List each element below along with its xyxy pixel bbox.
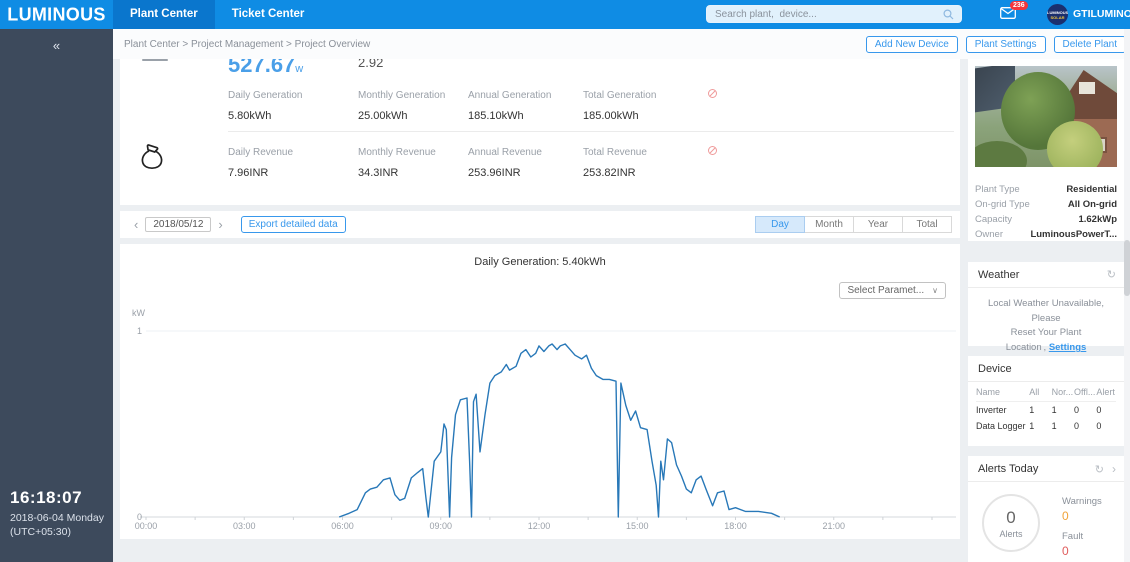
notification-badge: 236 [1010,1,1028,10]
clock-time: 16:18:07 [10,488,104,508]
svg-text:00:00: 00:00 [135,521,158,531]
tab-plant-center[interactable]: Plant Center [113,0,215,29]
avatar[interactable]: LUMINOUS SOLAR [1047,4,1068,25]
total-revenue-stat: Total Revenue 253.82INR [583,147,703,179]
range-tab-total[interactable]: Total [902,216,952,233]
top-navigation-bar: LUMINOUS Plant Center Ticket Center 236 … [0,0,1130,29]
alerts-count-ring: 0 Alerts [982,494,1040,552]
svg-text:21:00: 21:00 [822,521,845,531]
chevron-down-icon: ∨ [932,286,938,295]
messages-button[interactable]: 236 [1000,7,1018,21]
range-tab-year[interactable]: Year [853,216,903,233]
device-table: Name All Nor... Offl... Alert Inverter 1… [976,382,1116,434]
right-panel: Plant Type Residential On-grid Type All … [968,59,1124,562]
current-power-value: 527.67w [228,59,303,78]
money-bag-icon [138,143,166,173]
annual-generation-stat: Annual Generation 185.10kWh [468,90,588,122]
total-generation-stat: Total Generation 185.00kWh [583,90,703,122]
svg-text:18:00: 18:00 [724,521,747,531]
search-box [706,5,962,23]
main-content: 527.67w 2.92 Daily Generation 5.80kWh Mo… [120,59,960,539]
dormer-shape [1079,82,1095,94]
tab-ticket-center[interactable]: Ticket Center [215,0,322,29]
range-tab-day[interactable]: Day [755,216,805,233]
refresh-icon[interactable]: ↻ [1107,262,1116,288]
generation-chart-card: Daily Generation: 5.40kWh Select Paramet… [120,244,960,539]
fault-label: Fault [1062,531,1102,542]
divider [228,131,954,132]
device-card: Device Name All Nor... Offl... Alert Inv… [968,356,1124,446]
plant-stats-card: 527.67w 2.92 Daily Generation 5.80kWh Mo… [120,59,960,205]
scrollbar-thumb[interactable] [1124,240,1130,296]
chevron-right-icon[interactable]: › [1112,462,1116,476]
select-parameter-dropdown[interactable]: Select Paramet... ∨ [839,282,946,299]
delete-plant-button[interactable]: Delete Plant [1054,36,1126,53]
sidebar-collapse-button[interactable]: « [0,38,113,53]
daily-generation-stat: Daily Generation 5.80kWh [228,90,348,122]
search-input[interactable] [707,9,943,20]
username-label: GTILUMINOUS [1073,8,1130,20]
owner-row: Owner LuminousPowerT... [975,227,1117,242]
generation-disabled-icon[interactable] [708,89,717,98]
svg-text:0: 0 [137,512,142,522]
left-sidebar: « 16:18:07 2018-06-04 Monday (UTC+05:30) [0,29,113,562]
weather-header: Weather ↻ [968,262,1124,288]
weather-settings-link[interactable]: Settings [1049,342,1086,353]
alerts-header: Alerts Today ↻ › [968,456,1124,482]
fault-value: 0 [1062,544,1102,558]
breadcrumb-bar: Plant Center > Project Management > Proj… [113,29,1130,59]
plant-info-card: Plant Type Residential On-grid Type All … [968,59,1124,241]
weather-card: Weather ↻ Local Weather Unavailable, Ple… [968,262,1124,346]
plant-photo [975,66,1117,167]
alerts-count: 0 [984,508,1038,528]
luminous-logo: LUMINOUS [0,3,113,25]
warnings-value: 0 [1062,509,1102,523]
page-scrollbar[interactable] [1124,29,1130,562]
svg-text:1: 1 [137,326,142,336]
revenue-disabled-icon[interactable] [708,146,717,155]
weather-message: Local Weather Unavailable, Please Reset … [968,288,1124,365]
svg-text:15:00: 15:00 [626,521,649,531]
svg-text:03:00: 03:00 [233,521,256,531]
refresh-icon[interactable]: ↻ [1095,464,1104,476]
svg-text:06:00: 06:00 [331,521,354,531]
svg-text:12:00: 12:00 [528,521,551,531]
clock-date: 2018-06-04 Monday [10,512,104,524]
ongrid-type-row: On-grid Type All On-grid [975,197,1117,212]
monthly-revenue-stat: Monthly Revenue 34.3INR [358,147,478,179]
search-icon[interactable] [943,9,954,20]
plant-type-row: Plant Type Residential [975,182,1117,197]
chart-toolbar: ‹ 2018/05/12 › Export detailed data Day … [120,211,960,238]
table-row-inverter[interactable]: Inverter 1 1 0 0 [976,402,1116,419]
monthly-generation-stat: Monthly Generation 25.00kWh [358,90,478,122]
svg-text:kW: kW [132,308,146,318]
date-picker[interactable]: 2018/05/12 [145,217,211,232]
sidebar-clock: 16:18:07 2018-06-04 Monday (UTC+05:30) [10,488,104,538]
current-power-unit: w [295,63,303,75]
capacity-row: Capacity 1.62kWp [975,212,1117,227]
warnings-label: Warnings [1062,496,1102,507]
alerts-count-label: Alerts [984,529,1038,539]
user-menu[interactable]: GTILUMINOUS▾ [1073,8,1130,20]
range-segmented-control: Day Month Year Total [756,216,952,233]
secondary-stat-value: 2.92 [358,59,383,70]
daily-generation-line-chart[interactable]: 00:00 03:00 06:00 09:00 12:00 15:00 18:00 21:00… [128,307,958,532]
next-day-button[interactable]: › [214,217,226,232]
chart-title: Daily Generation: 5.40kWh [120,244,960,268]
export-data-button[interactable]: Export detailed data [241,216,346,233]
clipped-icon-fragment [142,59,168,61]
add-new-device-button[interactable]: Add New Device [866,36,958,53]
prev-day-button[interactable]: ‹ [130,217,142,232]
breadcrumb: Plant Center > Project Management > Proj… [124,39,370,50]
range-tab-month[interactable]: Month [804,216,854,233]
daily-revenue-stat: Daily Revenue 7.96INR [228,147,348,179]
annual-revenue-stat: Annual Revenue 253.96INR [468,147,588,179]
table-row-data-logger[interactable]: Data Logger 1 1 0 0 [976,418,1116,434]
plant-settings-button[interactable]: Plant Settings [966,36,1046,53]
device-header: Device [968,356,1124,382]
svg-text:09:00: 09:00 [429,521,452,531]
clock-timezone: (UTC+05:30) [10,526,104,538]
alerts-today-card: Alerts Today ↻ › 0 Alerts Warnings 0 Fau… [968,456,1124,562]
